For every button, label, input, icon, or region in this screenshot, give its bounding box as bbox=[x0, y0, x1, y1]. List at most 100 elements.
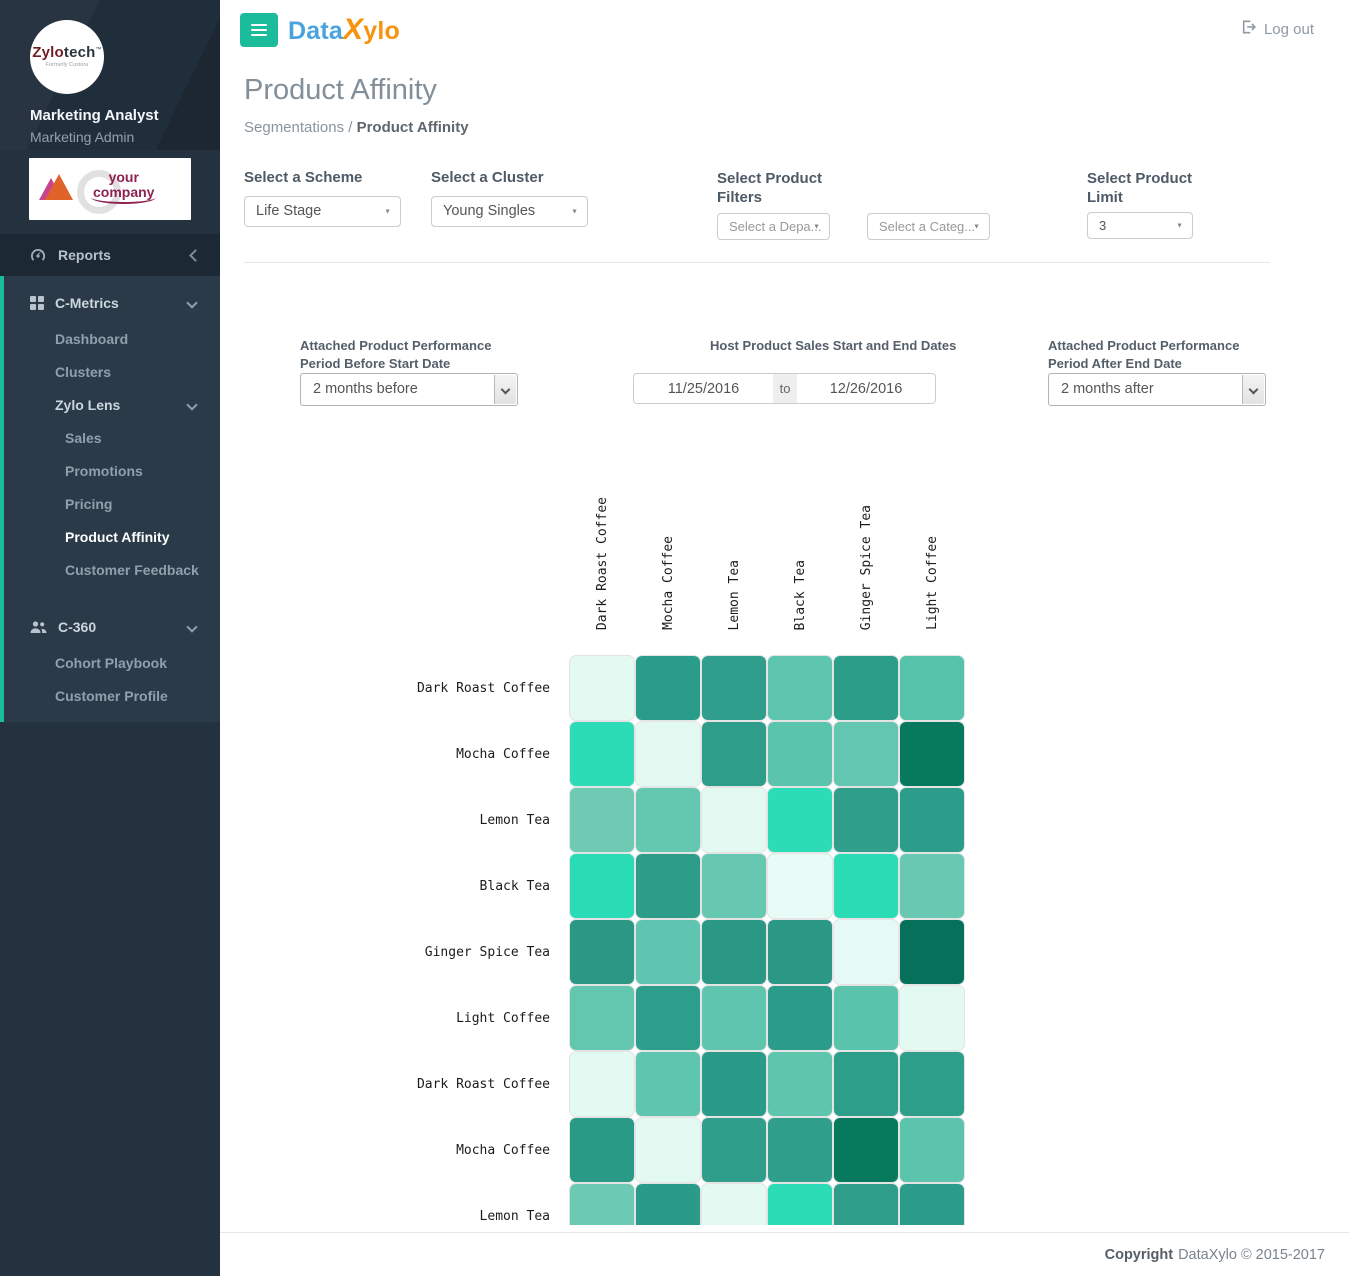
heatmap-cell[interactable] bbox=[834, 986, 898, 1050]
heatmap-cell[interactable] bbox=[768, 920, 832, 984]
sidebar-item-customer-feedback[interactable]: Customer Feedback bbox=[4, 553, 220, 586]
heatmap-cell[interactable] bbox=[768, 1118, 832, 1182]
product-limit-select[interactable]: 3 ▼ bbox=[1087, 212, 1193, 239]
heatmap-cell[interactable] bbox=[768, 656, 832, 720]
start-date-input[interactable] bbox=[633, 373, 773, 404]
heatmap-cell[interactable] bbox=[636, 854, 700, 918]
chevron-left-icon bbox=[189, 248, 202, 262]
heatmap-cell[interactable] bbox=[636, 1118, 700, 1182]
heatmap-cell[interactable] bbox=[570, 854, 634, 918]
logout-button[interactable]: Log out bbox=[1241, 20, 1314, 38]
section-divider bbox=[244, 262, 1270, 263]
breadcrumb-root[interactable]: Segmentations bbox=[244, 119, 344, 136]
heatmap-cell[interactable] bbox=[570, 986, 634, 1050]
heatmap-cell[interactable] bbox=[636, 788, 700, 852]
sidebar-item-reports[interactable]: Reports bbox=[0, 234, 220, 276]
heatmap-cell[interactable] bbox=[900, 854, 964, 918]
before-period-label: Attached Product Performance Period Befo… bbox=[300, 338, 492, 372]
category-select[interactable]: Select a Categ... ▼ bbox=[867, 213, 990, 240]
sidebar-item-c-360[interactable]: C-360 bbox=[4, 608, 220, 646]
select-arrow-icon bbox=[494, 375, 516, 404]
scheme-select[interactable]: Life Stage ▼ bbox=[244, 196, 401, 227]
sidebar-item-customer-profile[interactable]: Customer Profile bbox=[4, 679, 220, 712]
heatmap-cell[interactable] bbox=[834, 656, 898, 720]
heatmap-cell[interactable] bbox=[702, 986, 766, 1050]
heatmap-cell[interactable] bbox=[636, 1052, 700, 1116]
heatmap-cell[interactable] bbox=[834, 1052, 898, 1116]
sidebar-item-dashboard[interactable]: Dashboard bbox=[4, 322, 220, 355]
heatmap-cell[interactable] bbox=[834, 1118, 898, 1182]
heatmap-cell[interactable] bbox=[570, 788, 634, 852]
after-period-select[interactable]: 2 months after bbox=[1048, 373, 1266, 406]
heatmap-cell[interactable] bbox=[570, 920, 634, 984]
heatmap-cell[interactable] bbox=[702, 854, 766, 918]
heatmap-cell[interactable] bbox=[900, 1184, 964, 1225]
page-title: Product Affinity bbox=[244, 74, 437, 106]
scheme-select-value: Life Stage bbox=[256, 203, 322, 219]
caret-down-icon: ▼ bbox=[973, 223, 980, 230]
sidebar-item-product-affinity[interactable]: Product Affinity bbox=[4, 520, 220, 553]
heatmap-cell[interactable] bbox=[900, 1118, 964, 1182]
heatmap-cell[interactable] bbox=[570, 656, 634, 720]
heatmap-cell[interactable] bbox=[570, 1052, 634, 1116]
heatmap-col-label-dark-roast-coffee: Dark Roast Coffee bbox=[570, 430, 634, 630]
heatmap-col-label-ginger-spice-tea: Ginger Spice Tea bbox=[834, 430, 898, 630]
heatmap-cell[interactable] bbox=[636, 986, 700, 1050]
scheme-label: Select a Scheme bbox=[244, 169, 363, 186]
heatmap-cell[interactable] bbox=[702, 1118, 766, 1182]
heatmap-cell[interactable] bbox=[570, 1118, 634, 1182]
end-date-input[interactable] bbox=[797, 373, 936, 404]
breadcrumb-separator: / bbox=[348, 119, 353, 136]
heatmap-cell[interactable] bbox=[768, 1052, 832, 1116]
heatmap-cell[interactable] bbox=[768, 854, 832, 918]
heatmap-cell[interactable] bbox=[834, 920, 898, 984]
heatmap-cell[interactable] bbox=[702, 1052, 766, 1116]
heatmap-cell[interactable] bbox=[768, 788, 832, 852]
cluster-select[interactable]: Young Singles ▼ bbox=[431, 196, 588, 227]
heatmap-cell[interactable] bbox=[702, 788, 766, 852]
heatmap-cell[interactable] bbox=[702, 1184, 766, 1225]
heatmap-cell[interactable] bbox=[702, 656, 766, 720]
sidebar-item-cohort-playbook[interactable]: Cohort Playbook bbox=[4, 646, 220, 679]
heatmap-cell[interactable] bbox=[834, 1184, 898, 1225]
sidebar-item-clusters[interactable]: Clusters bbox=[4, 355, 220, 388]
heatmap-col-label-text: Lemon Tea bbox=[726, 559, 742, 630]
heatmap-cell[interactable] bbox=[636, 722, 700, 786]
sidebar-item-c-metrics[interactable]: C-Metrics bbox=[4, 284, 220, 322]
heatmap-cell[interactable] bbox=[900, 656, 964, 720]
heatmap-cell[interactable] bbox=[768, 1184, 832, 1225]
sidebar-item-pricing[interactable]: Pricing bbox=[4, 487, 220, 520]
before-period-select[interactable]: 2 months before bbox=[300, 373, 518, 406]
heatmap-cell[interactable] bbox=[768, 722, 832, 786]
heatmap-col-label-text: Dark Roast Coffee bbox=[594, 496, 610, 630]
department-select[interactable]: Select a Depa... ▼ bbox=[717, 213, 830, 240]
heatmap-cell[interactable] bbox=[636, 1184, 700, 1225]
heatmap-cell[interactable] bbox=[768, 986, 832, 1050]
chevron-down-icon bbox=[186, 297, 198, 309]
heatmap-cell[interactable] bbox=[702, 722, 766, 786]
sidebar-item-promotions[interactable]: Promotions bbox=[4, 454, 220, 487]
user-name: Marketing Analyst bbox=[30, 107, 159, 124]
heatmap-cell[interactable] bbox=[636, 656, 700, 720]
heatmap-cell[interactable] bbox=[900, 1052, 964, 1116]
heatmap-cell[interactable] bbox=[900, 722, 964, 786]
heatmap-cell[interactable] bbox=[900, 986, 964, 1050]
heatmap-cell[interactable] bbox=[834, 722, 898, 786]
heatmap-cell[interactable] bbox=[702, 920, 766, 984]
footer-copyright-text: DataXylo © 2015-2017 bbox=[1178, 1247, 1325, 1263]
heatmap-cell[interactable] bbox=[570, 722, 634, 786]
heatmap-cell[interactable] bbox=[570, 1184, 634, 1225]
company-logo-line1: your bbox=[108, 169, 139, 185]
grid-icon bbox=[30, 296, 44, 310]
product-limit-label: Select Product Limit bbox=[1087, 170, 1193, 206]
date-range-group: to bbox=[633, 373, 936, 404]
heatmap-cell[interactable] bbox=[900, 788, 964, 852]
sidebar-item-sales[interactable]: Sales bbox=[4, 421, 220, 454]
heatmap-col-label-text: Light Coffee bbox=[924, 536, 940, 630]
heatmap-cell[interactable] bbox=[834, 854, 898, 918]
heatmap-cell[interactable] bbox=[636, 920, 700, 984]
heatmap-cell[interactable] bbox=[900, 920, 964, 984]
heatmap-cell[interactable] bbox=[834, 788, 898, 852]
menu-toggle-button[interactable] bbox=[240, 13, 278, 47]
sidebar-item-zylo-lens[interactable]: Zylo Lens bbox=[4, 388, 220, 421]
